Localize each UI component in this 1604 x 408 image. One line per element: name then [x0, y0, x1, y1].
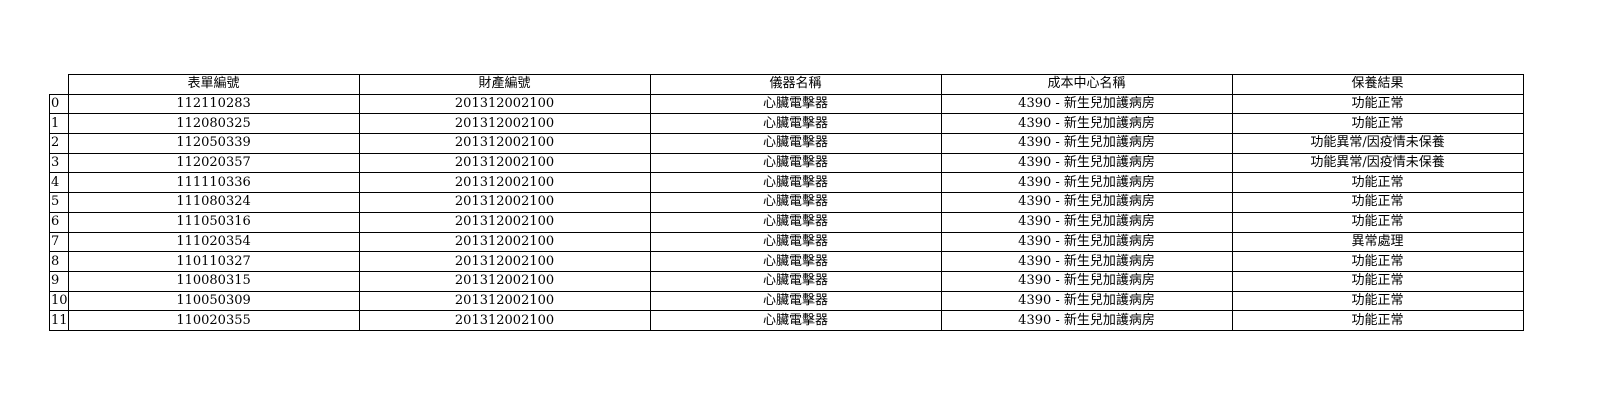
cell-cost-center-name: 4390 - 新生兒加護病房	[940, 93, 1233, 115]
cell-asset-number: 201312002100	[358, 290, 651, 312]
cell-instrument-name: 心臟電擊器	[649, 172, 942, 194]
column-header-form-number: 表單編號	[67, 74, 360, 95]
table-row: 7 111020354 201312002100 心臟電擊器 4390 - 新生兒加護病…	[49, 231, 1524, 253]
table-body: 0 112110283 201312002100 心臟電擊器 4390 - 新生兒加護病…	[49, 93, 1524, 331]
cell-cost-center-name: 4390 - 新生兒加護病房	[940, 290, 1233, 312]
cell-asset-number: 201312002100	[358, 310, 651, 331]
cell-maintenance-result: 功能正常	[1231, 211, 1524, 233]
row-index-cell: 6	[49, 211, 69, 233]
table-row: 1 112080325 201312002100 心臟電擊器 4390 - 新生兒加護病…	[49, 113, 1524, 135]
cell-form-number: 111080324	[67, 192, 360, 213]
table-row: 10 110050309 201312002100 心臟電擊器 4390 - 新生兒加護…	[49, 290, 1524, 312]
cell-asset-number: 201312002100	[358, 251, 651, 272]
cell-instrument-name: 心臟電擊器	[649, 231, 942, 253]
cell-instrument-name: 心臟電擊器	[649, 310, 942, 331]
cell-instrument-name: 心臟電擊器	[649, 270, 942, 292]
column-header-cost-center-name: 成本中心名稱	[940, 74, 1233, 95]
data-table: 表單編號 財產編號 儀器名稱 成本中心名稱 保養結果 0 112110283 2013120…	[49, 74, 1524, 331]
table-row: 5 111080324 201312002100 心臟電擊器 4390 - 新生兒加護病…	[49, 192, 1524, 213]
cell-form-number: 112080325	[67, 113, 360, 135]
row-index-cell: 0	[49, 93, 69, 115]
cell-form-number: 112020357	[67, 152, 360, 174]
row-index-cell: 11	[49, 310, 69, 331]
cell-form-number: 110020355	[67, 310, 360, 331]
table-header: 表單編號 財產編號 儀器名稱 成本中心名稱 保養結果	[49, 74, 1524, 95]
row-index-cell: 3	[49, 152, 69, 174]
cell-instrument-name: 心臟電擊器	[649, 211, 942, 233]
column-header-asset-number: 財產編號	[358, 74, 651, 95]
cell-maintenance-result: 功能正常	[1231, 270, 1524, 292]
row-index-cell: 4	[49, 172, 69, 194]
cell-asset-number: 201312002100	[358, 270, 651, 292]
table-row: 11 110020355 201312002100 心臟電擊器 4390 - 新生兒加護…	[49, 310, 1524, 331]
cell-cost-center-name: 4390 - 新生兒加護病房	[940, 251, 1233, 272]
cell-cost-center-name: 4390 - 新生兒加護病房	[940, 270, 1233, 292]
cell-cost-center-name: 4390 - 新生兒加護病房	[940, 133, 1233, 154]
table-row: 9 110080315 201312002100 心臟電擊器 4390 - 新生兒加護病…	[49, 270, 1524, 292]
cell-asset-number: 201312002100	[358, 172, 651, 194]
cell-maintenance-result: 功能正常	[1231, 290, 1524, 312]
cell-form-number: 110050309	[67, 290, 360, 312]
column-header-maintenance-result: 保養結果	[1231, 74, 1524, 95]
cell-maintenance-result: 功能正常	[1231, 93, 1524, 115]
cell-cost-center-name: 4390 - 新生兒加護病房	[940, 192, 1233, 213]
cell-maintenance-result: 功能異常/因疫情未保養	[1231, 152, 1524, 174]
table-row: 4 111110336 201312002100 心臟電擊器 4390 - 新生兒加護病…	[49, 172, 1524, 194]
index-header-cell	[49, 74, 69, 95]
cell-instrument-name: 心臟電擊器	[649, 152, 942, 174]
cell-asset-number: 201312002100	[358, 93, 651, 115]
cell-form-number: 111050316	[67, 211, 360, 233]
cell-instrument-name: 心臟電擊器	[649, 251, 942, 272]
row-index-cell: 9	[49, 270, 69, 292]
column-header-instrument-name: 儀器名稱	[649, 74, 942, 95]
cell-instrument-name: 心臟電擊器	[649, 192, 942, 213]
cell-asset-number: 201312002100	[358, 113, 651, 135]
cell-form-number: 111020354	[67, 231, 360, 253]
cell-maintenance-result: 功能異常/因疫情未保養	[1231, 133, 1524, 154]
table-row: 2 112050339 201312002100 心臟電擊器 4390 - 新生兒加護病…	[49, 133, 1524, 154]
cell-asset-number: 201312002100	[358, 231, 651, 253]
cell-form-number: 110110327	[67, 251, 360, 272]
cell-instrument-name: 心臟電擊器	[649, 113, 942, 135]
cell-maintenance-result: 功能正常	[1231, 310, 1524, 331]
cell-instrument-name: 心臟電擊器	[649, 93, 942, 115]
cell-form-number: 112050339	[67, 133, 360, 154]
row-index-cell: 2	[49, 133, 69, 154]
row-index-cell: 7	[49, 231, 69, 253]
cell-asset-number: 201312002100	[358, 152, 651, 174]
cell-asset-number: 201312002100	[358, 133, 651, 154]
cell-cost-center-name: 4390 - 新生兒加護病房	[940, 172, 1233, 194]
cell-cost-center-name: 4390 - 新生兒加護病房	[940, 310, 1233, 331]
cell-maintenance-result: 異常處理	[1231, 231, 1524, 253]
row-index-cell: 5	[49, 192, 69, 213]
cell-asset-number: 201312002100	[358, 192, 651, 213]
cell-maintenance-result: 功能正常	[1231, 251, 1524, 272]
cell-maintenance-result: 功能正常	[1231, 192, 1524, 213]
cell-cost-center-name: 4390 - 新生兒加護病房	[940, 113, 1233, 135]
cell-maintenance-result: 功能正常	[1231, 113, 1524, 135]
header-row: 表單編號 財產編號 儀器名稱 成本中心名稱 保養結果	[49, 74, 1524, 95]
cell-cost-center-name: 4390 - 新生兒加護病房	[940, 231, 1233, 253]
table-row: 6 111050316 201312002100 心臟電擊器 4390 - 新生兒加護病…	[49, 211, 1524, 233]
table-row: 0 112110283 201312002100 心臟電擊器 4390 - 新生兒加護病…	[49, 93, 1524, 115]
row-index-cell: 10	[49, 290, 69, 312]
cell-cost-center-name: 4390 - 新生兒加護病房	[940, 152, 1233, 174]
table-row: 8 110110327 201312002100 心臟電擊器 4390 - 新生兒加護病…	[49, 251, 1524, 272]
cell-instrument-name: 心臟電擊器	[649, 133, 942, 154]
cell-asset-number: 201312002100	[358, 211, 651, 233]
cell-form-number: 111110336	[67, 172, 360, 194]
table-row: 3 112020357 201312002100 心臟電擊器 4390 - 新生兒加護病…	[49, 152, 1524, 174]
cell-maintenance-result: 功能正常	[1231, 172, 1524, 194]
cell-form-number: 112110283	[67, 93, 360, 115]
cell-form-number: 110080315	[67, 270, 360, 292]
row-index-cell: 8	[49, 251, 69, 272]
cell-cost-center-name: 4390 - 新生兒加護病房	[940, 211, 1233, 233]
cell-instrument-name: 心臟電擊器	[649, 290, 942, 312]
row-index-cell: 1	[49, 113, 69, 135]
